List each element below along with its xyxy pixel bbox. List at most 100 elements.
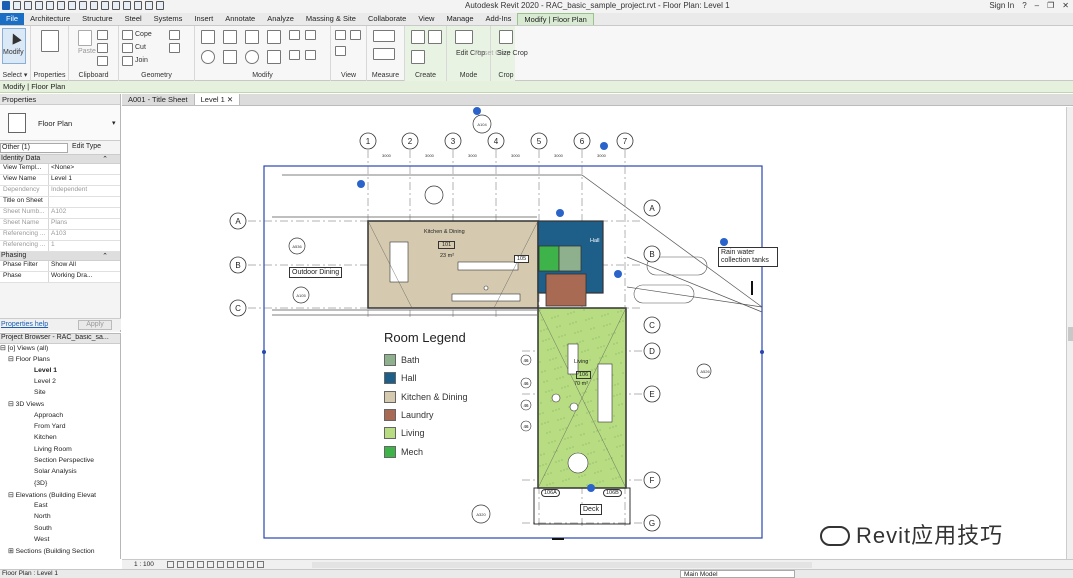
- browser-item[interactable]: Level 2: [0, 378, 120, 389]
- crop-view-icon[interactable]: [207, 561, 214, 568]
- ribbon-tab[interactable]: File: [0, 13, 25, 25]
- browser-item[interactable]: {3D}: [0, 480, 120, 491]
- show-crop-icon[interactable]: [217, 561, 224, 568]
- copy-element-icon[interactable]: [223, 50, 237, 64]
- property-row[interactable]: Sheet Name Plans: [0, 219, 120, 230]
- browser-item[interactable]: ⊟ Elevations (Building Elevat: [0, 491, 120, 502]
- browser-item[interactable]: West: [0, 536, 120, 547]
- property-row[interactable]: Sheet Numb... A102: [0, 208, 120, 219]
- select-label[interactable]: Select ▾: [0, 71, 30, 79]
- create-assembly-icon[interactable]: [411, 30, 425, 44]
- 3d-view-icon[interactable]: [112, 1, 120, 10]
- offset-icon[interactable]: [223, 30, 237, 44]
- restore-icon[interactable]: ❐: [1047, 1, 1054, 10]
- property-row[interactable]: Phase Filter Show All: [0, 261, 120, 272]
- property-row[interactable]: Phase Working Dra...: [0, 272, 120, 283]
- align-icon[interactable]: [201, 30, 215, 44]
- shadows-icon[interactable]: [197, 561, 204, 568]
- property-value[interactable]: <None>: [49, 164, 120, 174]
- close-icon[interactable]: ✕: [1062, 1, 1069, 10]
- redo-icon[interactable]: [57, 1, 65, 10]
- split-face-icon[interactable]: [169, 30, 180, 40]
- deck-label[interactable]: Deck: [580, 504, 602, 515]
- floor-plan-drawing[interactable]: 1 2 3 4 5 6 7 A B C A B C D E F G 3000 3000 3000 3000 …: [122, 107, 1066, 559]
- browser-item[interactable]: South: [0, 525, 120, 536]
- section-icon[interactable]: [123, 1, 131, 10]
- browser-item[interactable]: North: [0, 513, 120, 524]
- sun-path-icon[interactable]: [187, 561, 194, 568]
- property-row[interactable]: Dependency Independent: [0, 186, 120, 197]
- room-tag-living[interactable]: Living: [574, 359, 588, 365]
- cut-label[interactable]: Cut: [135, 44, 146, 51]
- create-parts-icon[interactable]: [428, 30, 442, 44]
- mirror-line-icon[interactable]: [267, 30, 281, 44]
- crop-handle[interactable]: [262, 350, 266, 354]
- ribbon-tab[interactable]: Systems: [148, 13, 189, 25]
- room-tag-hall[interactable]: Hall: [590, 238, 599, 244]
- room-tag-kitchen[interactable]: Kitchen & Dining: [424, 229, 465, 235]
- rain-water-label[interactable]: Rain water collection tanks: [718, 247, 778, 267]
- ribbon-tab[interactable]: Structure: [76, 13, 118, 25]
- collapse-icon[interactable]: ⌃: [102, 252, 108, 260]
- property-section-header[interactable]: Phasing ⌃: [0, 252, 120, 261]
- browser-item[interactable]: Level 1: [0, 367, 120, 378]
- browser-item[interactable]: Living Room: [0, 446, 120, 457]
- property-row[interactable]: View Name Level 1: [0, 175, 120, 186]
- browser-item[interactable]: ⊟ Floor Plans: [0, 355, 120, 366]
- ribbon-tab[interactable]: Modify | Floor Plan: [517, 13, 594, 25]
- room-tag-105[interactable]: 105: [514, 255, 530, 263]
- browser-item[interactable]: ⊟ [o] Views (all): [0, 344, 120, 355]
- dimension-icon[interactable]: [90, 1, 98, 10]
- property-value[interactable]: A102: [49, 208, 120, 218]
- vertical-scrollbar[interactable]: [1066, 107, 1073, 559]
- property-value[interactable]: Independent: [49, 186, 120, 196]
- highlight-displacement-icon[interactable]: [257, 561, 264, 568]
- sign-in[interactable]: Sign In: [989, 1, 1014, 10]
- cut-geometry-icon[interactable]: [122, 43, 133, 53]
- property-row[interactable]: View Templ... <None>: [0, 164, 120, 175]
- override-icon[interactable]: [350, 30, 361, 40]
- cut-icon[interactable]: [97, 43, 108, 53]
- save-icon[interactable]: [24, 1, 32, 10]
- property-value[interactable]: [49, 197, 120, 207]
- mirror-axis-icon[interactable]: [245, 30, 259, 44]
- room-bath[interactable]: [558, 245, 582, 272]
- join-icon[interactable]: [122, 56, 133, 66]
- scroll-thumb[interactable]: [1068, 327, 1073, 341]
- switch-windows-icon[interactable]: [156, 1, 164, 10]
- horizontal-scrollbar[interactable]: [312, 562, 812, 568]
- room-number-living[interactable]: 106: [576, 371, 592, 379]
- ribbon-tab[interactable]: Architecture: [24, 13, 76, 25]
- scale-icon[interactable]: [305, 50, 316, 60]
- ribbon-tab[interactable]: Analyze: [261, 13, 300, 25]
- active-model-select[interactable]: Main Model: [680, 570, 795, 578]
- join-label[interactable]: Join: [135, 57, 148, 64]
- door-tag-106a[interactable]: 106A: [541, 489, 560, 497]
- collapse-icon[interactable]: ⌃: [102, 155, 108, 163]
- trim-icon[interactable]: [305, 30, 316, 40]
- browser-item[interactable]: East: [0, 502, 120, 513]
- modify-button[interactable]: [2, 28, 26, 64]
- close-tab-icon[interactable]: ✕: [225, 95, 233, 104]
- ribbon-tab[interactable]: Massing & Site: [300, 13, 362, 25]
- move-icon[interactable]: [201, 50, 215, 64]
- match-icon[interactable]: [97, 56, 108, 66]
- minimize-icon[interactable]: –: [1035, 1, 1039, 10]
- chevron-down-icon[interactable]: ▾: [112, 119, 116, 127]
- reveal-hidden-icon[interactable]: [237, 561, 244, 568]
- ribbon-tab[interactable]: View: [412, 13, 440, 25]
- ribbon-tab[interactable]: Annotate: [219, 13, 261, 25]
- browser-item[interactable]: From Yard: [0, 423, 120, 434]
- instance-filter-select[interactable]: Other (1): [0, 143, 68, 153]
- size-crop-icon[interactable]: [499, 30, 513, 44]
- browser-item[interactable]: ⊞ Sections (Building Section: [0, 547, 120, 558]
- browser-item[interactable]: Site: [0, 389, 120, 400]
- revit-logo-icon[interactable]: [2, 1, 10, 10]
- edit-crop-icon[interactable]: [455, 30, 473, 44]
- property-value[interactable]: Level 1: [49, 175, 120, 185]
- property-row[interactable]: Referencing ... 1: [0, 241, 120, 252]
- trim-extend-icon[interactable]: [267, 50, 281, 64]
- ribbon-tab[interactable]: Manage: [440, 13, 479, 25]
- room-mech[interactable]: [538, 245, 560, 272]
- outdoor-dining-label[interactable]: Outdoor Dining: [289, 267, 343, 278]
